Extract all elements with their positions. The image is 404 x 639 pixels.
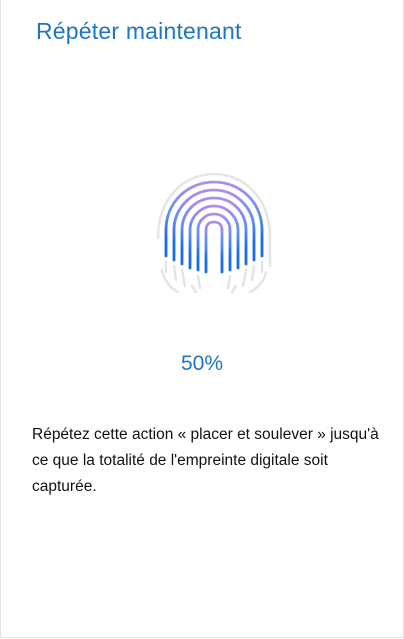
fingerprint-icon bbox=[152, 168, 276, 294]
screen-frame bbox=[0, 0, 404, 638]
instruction-text: Répétez cette action « placer et souleve… bbox=[32, 426, 379, 495]
progress-percent: 50% bbox=[180, 352, 224, 375]
page-title: Répéter maintenant bbox=[36, 18, 242, 44]
